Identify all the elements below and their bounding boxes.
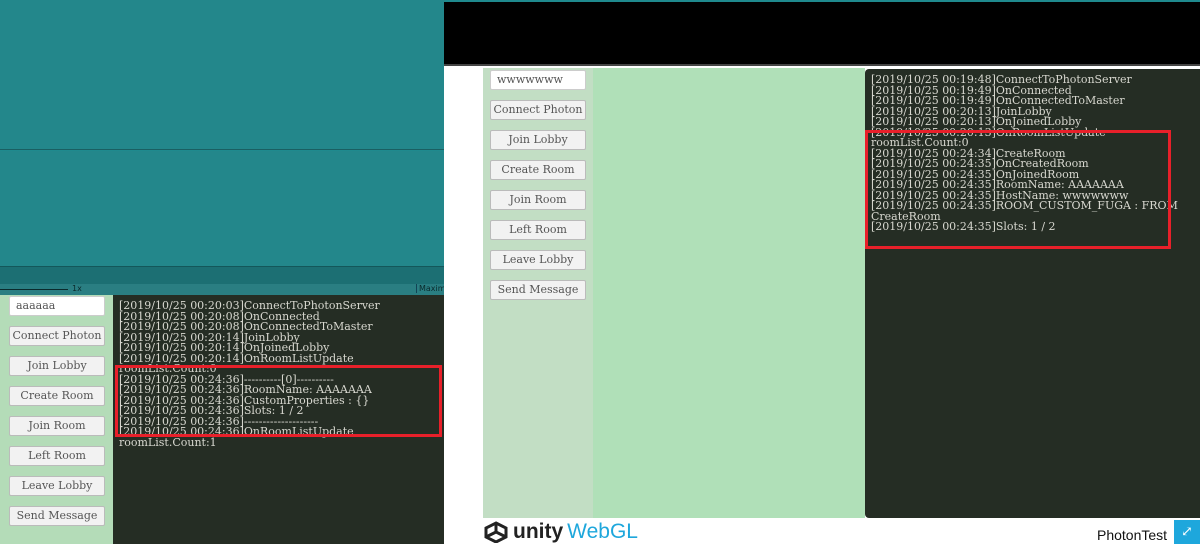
scale-slider[interactable] bbox=[0, 289, 68, 290]
left-room-button[interactable]: Left Room bbox=[9, 446, 105, 466]
highlight-box bbox=[115, 365, 442, 437]
canvas-header bbox=[444, 2, 1200, 66]
create-room-button[interactable]: Create Room bbox=[9, 386, 105, 406]
game-view-toolbar: 1x Maxim bbox=[0, 284, 446, 295]
zoom-label: 1x bbox=[72, 284, 82, 293]
connect-photon-button[interactable]: Connect Photon bbox=[9, 326, 105, 346]
editor-panel bbox=[0, 151, 445, 266]
game-area bbox=[593, 68, 865, 518]
logo-unity-text: unity bbox=[513, 520, 564, 543]
join-lobby-button[interactable]: Join Lobby bbox=[9, 356, 105, 376]
left-room-button[interactable]: Left Room bbox=[490, 220, 586, 240]
editor-scene-view bbox=[0, 0, 445, 150]
fullscreen-button[interactable]: ⤢ bbox=[1174, 520, 1200, 544]
join-room-button[interactable]: Join Room bbox=[9, 416, 105, 436]
right-button-panel: wwwwwww Connect Photon Join Lobby Create Ro… bbox=[483, 68, 593, 518]
join-lobby-button[interactable]: Join Lobby bbox=[490, 130, 586, 150]
unity-cube-icon bbox=[484, 521, 508, 543]
editor-toolbar bbox=[0, 266, 445, 284]
join-room-button[interactable]: Join Room bbox=[490, 190, 586, 210]
expand-icon: ⤢ bbox=[1181, 524, 1193, 540]
send-message-button[interactable]: Send Message bbox=[9, 506, 105, 526]
logo-webgl-text: WebGL bbox=[567, 520, 638, 543]
highlight-box bbox=[865, 130, 1171, 249]
name-input[interactable]: wwwwwww bbox=[490, 70, 586, 90]
unity-webgl-logo: unity WebGL bbox=[483, 520, 638, 544]
name-input[interactable]: aaaaaa bbox=[9, 296, 105, 316]
app-title: PhotonTest bbox=[1097, 527, 1168, 543]
leave-lobby-button[interactable]: Leave Lobby bbox=[9, 476, 105, 496]
create-room-button[interactable]: Create Room bbox=[490, 160, 586, 180]
leave-lobby-button[interactable]: Leave Lobby bbox=[490, 250, 586, 270]
connect-photon-button[interactable]: Connect Photon bbox=[490, 100, 586, 120]
send-message-button[interactable]: Send Message bbox=[490, 280, 586, 300]
left-button-panel: aaaaaa Connect Photon Join Lobby Create Roo… bbox=[0, 295, 113, 544]
maximize-button[interactable]: Maxim bbox=[416, 284, 446, 293]
